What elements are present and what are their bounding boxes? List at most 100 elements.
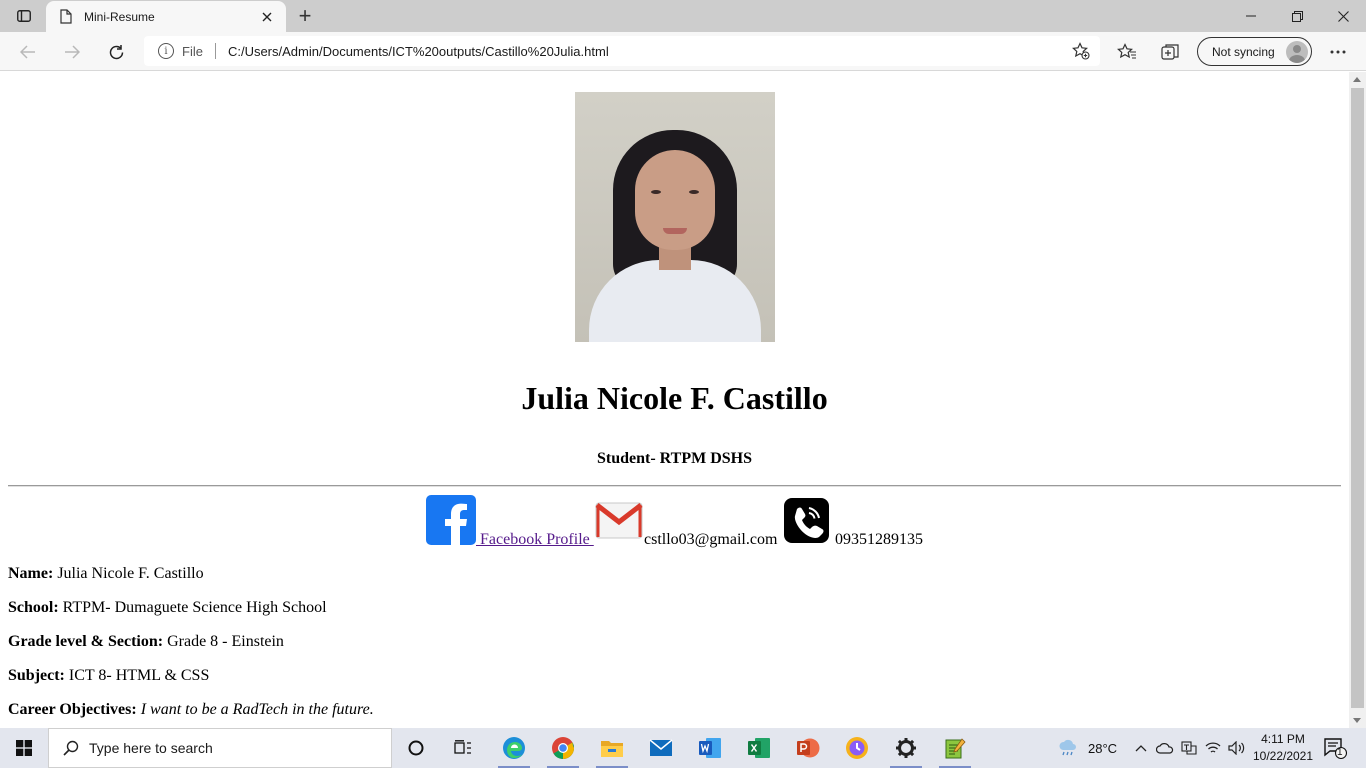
cortana-button[interactable] xyxy=(394,728,438,768)
start-button[interactable] xyxy=(0,728,48,768)
search-icon xyxy=(63,740,79,756)
input-language-button[interactable] xyxy=(1178,728,1200,768)
close-tab-button[interactable] xyxy=(258,8,276,26)
restore-icon xyxy=(1291,10,1303,22)
page-title: Julia Nicole F. Castillo xyxy=(521,380,828,416)
settings-taskbar-button[interactable] xyxy=(884,728,928,768)
address-url[interactable]: C:/Users/Admin/Documents/ICT%20outputs/C… xyxy=(228,44,609,59)
notification-center-button[interactable]: 1 xyxy=(1320,728,1350,768)
vertical-scrollbar[interactable] xyxy=(1349,72,1366,728)
taskbar-search[interactable]: Type here to search xyxy=(48,728,392,768)
gmail-icon xyxy=(595,502,643,539)
weather-icon xyxy=(1059,739,1076,756)
page-icon xyxy=(58,9,74,25)
taskbar-clock[interactable]: 4:11 PM 10/22/2021 xyxy=(1248,731,1318,765)
scroll-up-arrow[interactable] xyxy=(1353,77,1361,82)
favorites-button[interactable] xyxy=(1116,41,1138,63)
edge-icon xyxy=(503,737,525,759)
profile-button[interactable]: Not syncing xyxy=(1197,37,1312,66)
detail-label: Subject: xyxy=(8,667,65,684)
page-viewport: Julia Nicole F. Castillo Student- RTPM D… xyxy=(0,72,1349,728)
file-explorer-button[interactable] xyxy=(590,728,634,768)
profile-label: Not syncing xyxy=(1212,44,1275,59)
chevron-up-icon xyxy=(1135,745,1147,752)
address-separator xyxy=(214,43,216,59)
browser-title-bar: Mini-Resume + xyxy=(0,0,1366,32)
tab-title: Mini-Resume xyxy=(84,9,155,24)
info-icon[interactable]: i xyxy=(158,43,174,59)
avatar-icon xyxy=(1286,40,1308,63)
file-explorer-icon xyxy=(601,741,623,757)
notification-count: 1 xyxy=(1337,747,1343,758)
show-hidden-icons-button[interactable] xyxy=(1130,728,1152,768)
edge-taskbar-button[interactable] xyxy=(492,728,536,768)
detail-label: School: xyxy=(8,599,59,616)
onedrive-button[interactable] xyxy=(1154,728,1176,768)
restore-button[interactable] xyxy=(1274,0,1320,32)
word-taskbar-button[interactable] xyxy=(688,728,732,768)
windows-icon xyxy=(16,740,32,756)
notepad-taskbar-button[interactable] xyxy=(933,728,977,768)
detail-subject: Subject: ICT 8- HTML & CSS xyxy=(8,667,209,685)
address-bar[interactable]: i File C:/Users/Admin/Documents/ICT%20ou… xyxy=(144,36,1100,66)
browser-toolbar: i File C:/Users/Admin/Documents/ICT%20ou… xyxy=(0,32,1366,71)
volume-icon xyxy=(1228,741,1245,755)
collections-button[interactable] xyxy=(1160,41,1182,63)
page-subtitle: Student- RTPM DSHS xyxy=(596,450,752,467)
refresh-button[interactable] xyxy=(102,38,130,66)
cortana-icon xyxy=(408,740,424,756)
facebook-icon[interactable] xyxy=(426,495,476,545)
email-text: cstllo03@gmail.com xyxy=(644,531,778,548)
temperature-text[interactable]: 28°C xyxy=(1088,741,1117,756)
excel-taskbar-button[interactable] xyxy=(737,728,781,768)
scroll-down-arrow[interactable] xyxy=(1353,718,1361,723)
language-icon xyxy=(1181,741,1197,755)
detail-career: Career Objectives: I want to be a RadTec… xyxy=(8,701,374,719)
wifi-icon xyxy=(1205,742,1221,753)
word-icon xyxy=(699,738,721,758)
mail-taskbar-button[interactable] xyxy=(639,728,683,768)
minimize-icon xyxy=(1246,15,1256,17)
more-icon xyxy=(1330,50,1346,54)
facebook-profile-link[interactable]: Facebook Profile xyxy=(476,531,594,549)
forward-icon xyxy=(65,45,80,59)
refresh-icon xyxy=(109,44,123,59)
add-favorite-icon xyxy=(1072,42,1090,60)
minimize-button[interactable] xyxy=(1228,0,1274,32)
tab-mini-resume[interactable]: Mini-Resume xyxy=(46,1,286,32)
new-tab-button[interactable]: + xyxy=(292,4,318,28)
clock-time: 4:11 PM xyxy=(1261,732,1305,746)
contact-row: Facebook Profile cstllo03@gmail.com 0935… xyxy=(0,494,1349,550)
tab-actions-button[interactable] xyxy=(10,6,38,26)
back-button[interactable] xyxy=(14,38,42,66)
volume-button[interactable] xyxy=(1226,728,1248,768)
add-favorite-button[interactable] xyxy=(1072,42,1090,60)
weather-button[interactable] xyxy=(1048,728,1088,768)
detail-label: Name: xyxy=(8,565,54,582)
scroll-thumb[interactable] xyxy=(1351,88,1364,708)
collections-icon xyxy=(1161,44,1179,60)
address-scheme: File xyxy=(182,43,203,59)
detail-school: School: RTPM- Dumaguete Science High Sch… xyxy=(8,599,327,617)
detail-label: Career Objectives: xyxy=(8,701,137,718)
powerpoint-icon xyxy=(797,738,820,758)
taskbar: Type here to search 28°C 4:11 PM 10/22/2… xyxy=(0,728,1366,768)
powerpoint-taskbar-button[interactable] xyxy=(786,728,830,768)
detail-value: Grade 8 - Einstein xyxy=(163,633,284,650)
task-view-icon xyxy=(454,740,471,754)
chrome-taskbar-button[interactable] xyxy=(541,728,585,768)
phone-icon xyxy=(784,498,829,543)
window-close-button[interactable] xyxy=(1320,0,1366,32)
divider xyxy=(8,485,1341,487)
close-icon xyxy=(262,12,272,21)
favorites-icon xyxy=(1117,43,1136,59)
task-view-button[interactable] xyxy=(441,728,485,768)
vpn-taskbar-button[interactable] xyxy=(835,728,879,768)
notification-icon xyxy=(1324,738,1347,759)
network-button[interactable] xyxy=(1202,728,1224,768)
detail-name: Name: Julia Nicole F. Castillo xyxy=(8,565,204,583)
more-button[interactable] xyxy=(1326,40,1350,64)
vpn-icon xyxy=(846,737,868,759)
detail-value: Julia Nicole F. Castillo xyxy=(53,565,204,582)
forward-button[interactable] xyxy=(58,38,86,66)
